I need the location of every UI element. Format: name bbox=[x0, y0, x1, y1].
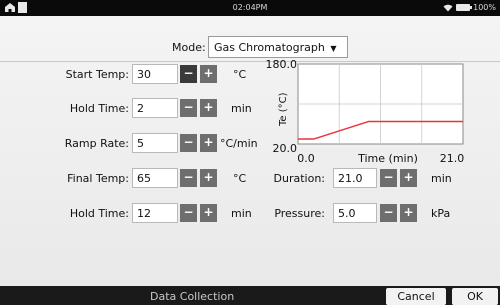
start-temp-unit: °C bbox=[233, 68, 247, 81]
hold-time-2-label: Hold Time: bbox=[69, 207, 129, 220]
final-temp-label: Final Temp: bbox=[67, 172, 129, 185]
pressure-unit: kPa bbox=[431, 207, 451, 220]
y-tick-max: 180.0 bbox=[266, 58, 298, 71]
final-temp-increment-button[interactable]: + bbox=[200, 169, 217, 187]
pressure-increment-button[interactable]: + bbox=[400, 204, 417, 222]
status-indicators: 100% bbox=[443, 3, 496, 12]
mode-value: Gas Chromatograph bbox=[214, 41, 325, 54]
y-axis-label: Te (°C) bbox=[278, 92, 289, 127]
clock: 02:04PM bbox=[232, 3, 268, 12]
final-temp-input[interactable]: 65 bbox=[132, 168, 178, 188]
duration-label: Duration: bbox=[273, 172, 325, 185]
ramp-rate-unit: °C/min bbox=[220, 137, 258, 150]
battery-icon bbox=[456, 4, 473, 11]
mode-label: Mode: bbox=[172, 41, 206, 54]
bottom-bar: Data Collection Cancel OK bbox=[0, 286, 500, 305]
start-temp-increment-button[interactable]: + bbox=[200, 65, 217, 83]
screen-title: Data Collection bbox=[150, 290, 235, 303]
start-temp-input[interactable]: 30 bbox=[132, 64, 178, 84]
ramp-rate-decrement-button[interactable]: − bbox=[180, 134, 197, 152]
hold-time-2-input[interactable]: 12 bbox=[132, 203, 178, 223]
duration-input[interactable]: 21.0 bbox=[333, 168, 377, 188]
hold-time-2-increment-button[interactable]: + bbox=[200, 204, 217, 222]
hold-time-2-decrement-button[interactable]: − bbox=[180, 204, 197, 222]
duration-decrement-button[interactable]: − bbox=[380, 169, 397, 187]
y-tick-min: 20.0 bbox=[273, 142, 298, 155]
temperature-profile-chart: 180.0 20.0 Te (°C) 0.0 Time (min) 21.0 bbox=[266, 58, 465, 165]
final-temp-unit: °C bbox=[233, 172, 247, 185]
ramp-rate-input[interactable]: 5 bbox=[132, 133, 178, 153]
hold-time-label: Hold Time: bbox=[69, 102, 129, 115]
hold-time-input[interactable]: 2 bbox=[132, 98, 178, 118]
hold-time-increment-button[interactable]: + bbox=[200, 99, 217, 117]
x-axis-label: Time (min) bbox=[357, 152, 418, 165]
duration-increment-button[interactable]: + bbox=[400, 169, 417, 187]
start-temp-decrement-button[interactable]: − bbox=[180, 65, 197, 83]
ramp-rate-increment-button[interactable]: + bbox=[200, 134, 217, 152]
x-tick-min: 0.0 bbox=[297, 152, 315, 165]
duration-unit: min bbox=[431, 172, 452, 185]
hold-time-2-unit: min bbox=[231, 207, 252, 220]
pressure-label: Pressure: bbox=[274, 207, 325, 220]
battery-level: 100% bbox=[473, 3, 496, 12]
ok-button[interactable]: OK bbox=[452, 288, 498, 305]
x-tick-max: 21.0 bbox=[440, 152, 465, 165]
final-temp-decrement-button[interactable]: − bbox=[180, 169, 197, 187]
pressure-input[interactable]: 5.0 bbox=[333, 203, 377, 223]
start-temp-label: Start Temp: bbox=[65, 68, 129, 81]
hold-time-decrement-button[interactable]: − bbox=[180, 99, 197, 117]
ramp-rate-label: Ramp Rate: bbox=[64, 137, 129, 150]
status-bar: 02:04PM 100% bbox=[0, 0, 500, 16]
hold-time-unit: min bbox=[231, 102, 252, 115]
pressure-decrement-button[interactable]: − bbox=[380, 204, 397, 222]
wifi-icon bbox=[443, 4, 453, 11]
settings-panel: Mode: Gas Chromatograph ▼ Start Temp: 30… bbox=[0, 16, 500, 286]
chevron-down-icon: ▼ bbox=[330, 44, 337, 53]
cancel-button[interactable]: Cancel bbox=[386, 288, 446, 305]
